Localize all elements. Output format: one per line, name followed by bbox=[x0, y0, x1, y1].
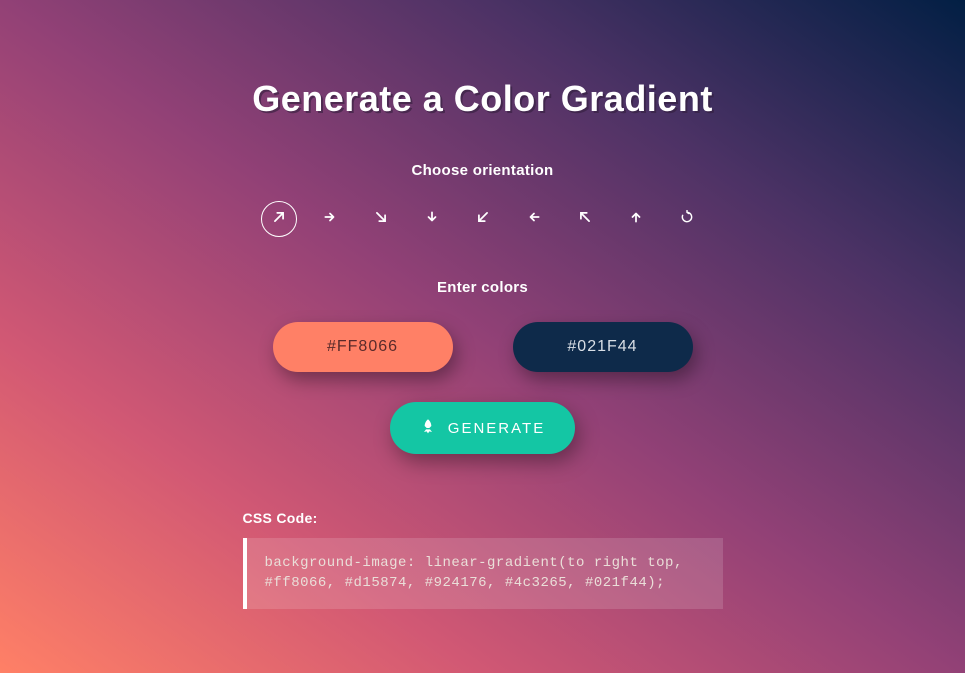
css-code-output[interactable]: background-image: linear-gradient(to rig… bbox=[243, 538, 723, 609]
generate-label: GENERATE bbox=[448, 420, 545, 437]
orient-left[interactable] bbox=[516, 201, 552, 237]
orientation-label: Choose orientation bbox=[243, 162, 723, 179]
orient-top[interactable] bbox=[618, 201, 654, 237]
orient-right[interactable] bbox=[312, 201, 348, 237]
rotate-icon bbox=[680, 210, 694, 229]
css-code-label: CSS Code: bbox=[243, 510, 723, 526]
arrow-up-left-icon bbox=[578, 210, 592, 229]
orient-bottom-right[interactable] bbox=[363, 201, 399, 237]
arrow-left-icon bbox=[527, 210, 541, 229]
orientation-row bbox=[243, 201, 723, 237]
generate-button[interactable]: GENERATE bbox=[390, 402, 575, 454]
orient-radial[interactable] bbox=[669, 201, 705, 237]
orient-top-right[interactable] bbox=[261, 201, 297, 237]
orient-top-left[interactable] bbox=[567, 201, 603, 237]
orient-bottom-left[interactable] bbox=[465, 201, 501, 237]
orient-bottom[interactable] bbox=[414, 201, 450, 237]
rocket-icon bbox=[420, 418, 436, 438]
color-input-1[interactable] bbox=[273, 322, 453, 372]
page-title: Generate a Color Gradient bbox=[243, 78, 723, 120]
colors-label: Enter colors bbox=[243, 279, 723, 296]
arrow-down-right-icon bbox=[374, 210, 388, 229]
arrow-up-right-icon bbox=[272, 210, 286, 229]
color-input-2[interactable] bbox=[513, 322, 693, 372]
arrow-right-icon bbox=[323, 210, 337, 229]
colors-row bbox=[243, 322, 723, 372]
arrow-down-icon bbox=[425, 210, 439, 229]
arrow-down-left-icon bbox=[476, 210, 490, 229]
arrow-up-icon bbox=[629, 210, 643, 229]
